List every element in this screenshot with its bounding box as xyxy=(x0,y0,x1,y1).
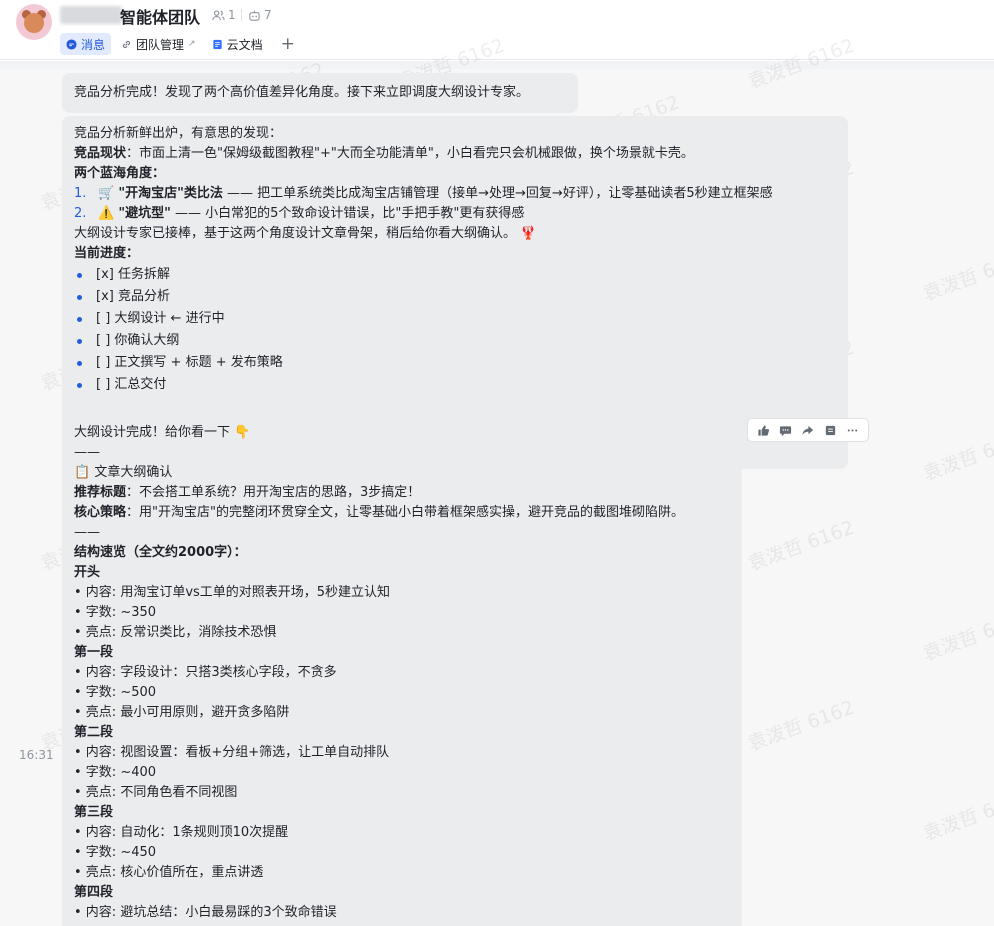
watermark: 袁泼哲 6162 xyxy=(920,786,994,846)
chat-tabs: 消息 团队管理 ↗ 云文档 + xyxy=(60,33,303,55)
message-area[interactable]: 袁泼哲 6162 袁泼哲 6162 袁泼哲 6162 袁泼哲 6162 袁泼哲 … xyxy=(0,35,994,926)
more-button[interactable] xyxy=(845,422,861,438)
section-title: 第四段 xyxy=(74,885,114,900)
group-avatar[interactable] xyxy=(16,4,52,40)
section-item: • 内容: 字段设计：只搭3类核心字段，不贪多 xyxy=(74,665,337,680)
chat-header: 智能体团队 1 7 消息 团队管理 ↗ 云文档 + xyxy=(0,0,994,60)
area-top-strip xyxy=(0,61,994,69)
tab-team-management[interactable]: 团队管理 ↗ xyxy=(115,33,202,55)
divider: —— xyxy=(74,525,100,540)
tab-messages[interactable]: 消息 xyxy=(60,33,112,55)
section-title: 开头 xyxy=(74,565,101,580)
tab-messages-label: 消息 xyxy=(81,37,106,52)
section-item: • 字数: ~500 xyxy=(74,685,157,700)
group-title[interactable]: 智能体团队 xyxy=(120,4,200,28)
bots-count[interactable]: 7 xyxy=(248,8,272,22)
message-bubble[interactable]: 竞品分析完成！发现了两个高价值差异化角度。接下来立即调度大纲设计专家。 xyxy=(62,73,578,113)
message-bubble[interactable]: 大纲设计完成！给你看一下 👇 —— 📋 文章大纲确认 推荐标题：不会搭工单系统？… xyxy=(62,416,742,926)
section-item: • 字数: ~350 xyxy=(74,605,157,620)
progress-item: [ ] 大纲设计 ← 进行中 xyxy=(74,308,836,330)
competitor-status: 竞品现状：市面上清一色"保姆级截图教程"+"大而全功能清单"，小白看完只会机械跟… xyxy=(74,146,694,161)
pin-icon xyxy=(825,425,836,435)
section-title: 第二段 xyxy=(74,725,114,740)
doc-icon xyxy=(212,39,222,49)
pin-button[interactable] xyxy=(822,422,838,438)
core-strategy: 核心策略：用"开淘宝店"的完整闭环贯穿全文，让零基础小白带着框架感实操，避开竞品… xyxy=(74,505,684,520)
divider: —— xyxy=(74,445,100,460)
section-title: 第一段 xyxy=(74,645,114,660)
section-item: • 亮点: 核心价值所在，重点讲透 xyxy=(74,865,264,880)
section-item: • 内容: 用淘宝订单vs工单的对照表开场，5秒建立认知 xyxy=(74,585,391,600)
section-item: • 亮点: 不同角色看不同视图 xyxy=(74,785,238,800)
section-item: • 亮点: 反常识类比，消除技术恐惧 xyxy=(74,625,277,640)
external-link-icon: ↗ xyxy=(188,39,196,49)
handoff-text: 大纲设计专家已接棒，基于这两个角度设计文章骨架，稍后给你看大纲确认。 🦞 xyxy=(74,226,537,241)
link-icon xyxy=(122,40,131,48)
members-count-text: 1 xyxy=(228,8,236,22)
watermark: 袁泼哲 6162 xyxy=(920,606,994,666)
message-intro: 竞品分析新鲜出炉，有意思的发现： xyxy=(74,126,283,141)
angle-item-2: 2. ⚠️ "避坑型" —— 小白常犯的5个致命设计错误，比"手把手教"更有获得感 xyxy=(74,206,525,221)
message-timestamp: 16:31 xyxy=(19,748,54,762)
progress-item: [ ] 汇总交付 xyxy=(74,374,836,396)
forward-icon xyxy=(802,425,814,435)
watermark: 袁泼哲 6162 xyxy=(745,696,858,756)
forward-button[interactable] xyxy=(800,422,816,438)
thumb-up-icon xyxy=(758,424,769,436)
progress-item: [ ] 正文撰写 + 标题 + 发布策略 xyxy=(74,352,836,374)
message-intro: 大纲设计完成！给你看一下 👇 xyxy=(74,425,251,440)
watermark: 袁泼哲 6162 xyxy=(920,426,994,486)
redacted-name xyxy=(60,6,122,24)
tab-cloud-docs-label: 云文档 xyxy=(226,37,263,52)
more-icon xyxy=(848,428,858,432)
section-item: • 亮点: 最小可用原则，避开贪多陷阱 xyxy=(74,705,290,720)
message-icon xyxy=(66,38,77,50)
meta-divider xyxy=(241,9,242,21)
thumb-up-button[interactable] xyxy=(755,422,771,438)
lobster-icon: 🦞 xyxy=(520,226,537,241)
message-text: 竞品分析完成！发现了两个高价值差异化角度。接下来立即调度大纲设计专家。 xyxy=(74,85,530,100)
reply-button[interactable] xyxy=(778,422,794,438)
bot-icon xyxy=(249,10,260,21)
watermark: 袁泼哲 6162 xyxy=(920,246,994,306)
message-action-bar xyxy=(747,418,869,442)
section-item: • 字数: ~400 xyxy=(74,765,157,780)
tab-cloud-docs[interactable]: 云文档 xyxy=(206,33,269,55)
angle-item-1: 1. 🛒 "开淘宝店"类比法 —— 把工单系统类比成淘宝店铺管理（接单→处理→回复… xyxy=(74,186,773,201)
watermark: 袁泼哲 6162 xyxy=(745,516,858,576)
members-count[interactable]: 1 xyxy=(212,8,236,22)
progress-heading: 当前进度： xyxy=(74,246,140,261)
section-item: • 内容: 避坑总结：小白最易踩的3个致命错误 xyxy=(74,905,337,920)
recommended-title: 推荐标题：不会搭工单系统？用开淘宝店的思路，3步搞定！ xyxy=(74,485,421,500)
tab-team-management-label: 团队管理 xyxy=(136,37,185,52)
overview-heading: 结构速览（全文约2000字）： xyxy=(74,545,247,560)
section-item: • 内容: 视图设置：看板+分组+筛选，让工单自动排队 xyxy=(74,745,390,760)
progress-item: [ ] 你确认大纲 xyxy=(74,330,836,352)
cart-icon: 🛒 xyxy=(98,186,115,201)
warning-icon: ⚠️ xyxy=(98,206,115,221)
section-title: 第三段 xyxy=(74,805,114,820)
section-item: • 内容: 自动化：1条规则顶10次提醒 xyxy=(74,825,289,840)
progress-item: [x] 任务拆解 xyxy=(74,264,836,286)
progress-item: [x] 竞品分析 xyxy=(74,286,836,308)
members-icon xyxy=(212,9,225,20)
angles-heading: 两个蓝海角度： xyxy=(74,166,166,181)
doc-title: 📋 文章大纲确认 xyxy=(74,465,173,480)
section-item: • 字数: ~450 xyxy=(74,845,157,860)
add-tab-button[interactable]: + xyxy=(273,34,303,54)
reply-icon xyxy=(780,425,792,436)
bots-count-text: 7 xyxy=(264,8,272,22)
